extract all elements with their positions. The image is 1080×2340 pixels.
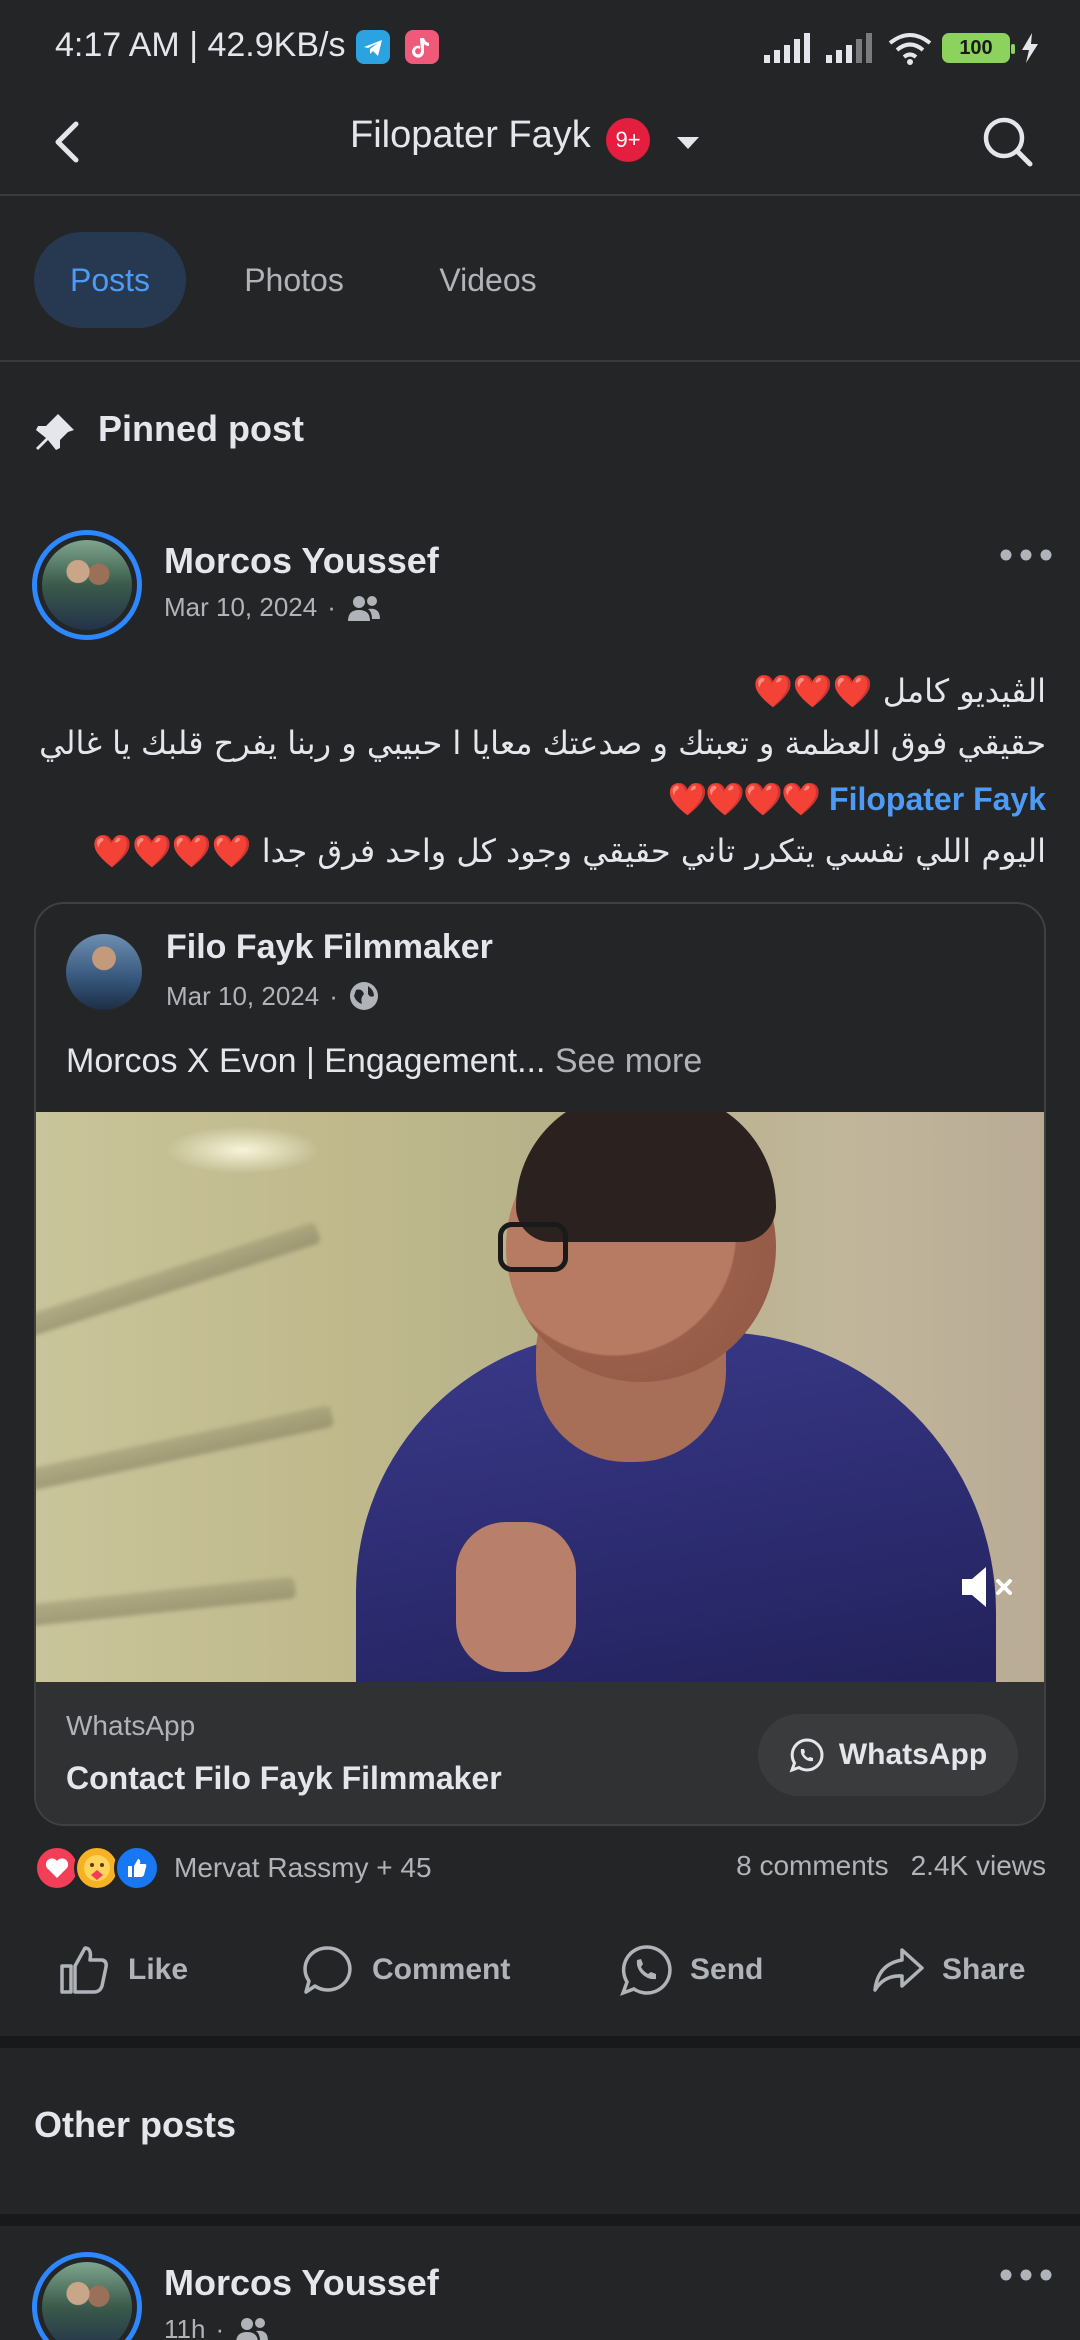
post-text-line-2: حقيقي فوق العظمة و تعبتك و صدعتك معايا ا… [39, 724, 1046, 762]
meta-separator: · [215, 2314, 225, 2340]
comments-count[interactable]: 8 comments [736, 1850, 889, 1882]
signal-icon-2 [826, 33, 872, 63]
system-icons: 100 [764, 28, 1040, 68]
search-icon [983, 117, 1033, 167]
meta-separator: · [329, 980, 338, 1011]
like-button[interactable]: Like [56, 1920, 188, 2020]
post-text-1: الڤيديو كامل [882, 672, 1046, 710]
wifi-icon [888, 33, 932, 65]
signal-icon [764, 33, 810, 63]
share-icon [873, 1948, 924, 1992]
reactions-names[interactable]: Mervat Rassmy + 45 [174, 1852, 432, 1884]
friends-icon [236, 2317, 269, 2340]
cta-title: Contact Filo Fayk Filmmaker [66, 1760, 502, 1796]
cta-label: WhatsApp [66, 1710, 196, 1741]
notification-badge: 9+ [606, 118, 650, 162]
whatsapp-cta-bar: WhatsApp Contact Filo Fayk Filmmaker Wha… [36, 1682, 1044, 1824]
post-author-name[interactable]: Morcos Youssef [164, 540, 439, 582]
post-time[interactable]: 11h [164, 2314, 205, 2340]
engagement-counts: 8 comments 2.4K views [736, 1850, 1046, 1882]
like-icon [60, 1946, 108, 1994]
comment-label: Comment [372, 1953, 511, 1986]
shared-post-meta: Mar 10, 2024 · [166, 980, 380, 1012]
tab-photos[interactable]: Photos [212, 232, 376, 328]
see-more-link[interactable]: See more [555, 1042, 702, 1080]
shared-caption: Morcos X Evon | Engagement... [66, 1042, 546, 1080]
post-author-name[interactable]: Morcos Youssef [164, 2262, 439, 2304]
mute-icon[interactable] [958, 1562, 1018, 1612]
like-reaction-icon [114, 1845, 160, 1891]
shared-post-date[interactable]: Mar 10, 2024 [166, 981, 319, 1012]
whatsapp-button-label: WhatsApp [838, 1738, 988, 1771]
like-label: Like [128, 1953, 189, 1986]
send-button[interactable]: Send [618, 1920, 763, 2020]
more-options-icon[interactable] [996, 540, 1056, 570]
whatsapp-icon [789, 1738, 824, 1773]
meta-separator: · [327, 592, 336, 622]
hearts-emoji: ❤️❤️❤️ [753, 672, 875, 710]
shared-author-name[interactable]: Filo Fayk Filmmaker [166, 928, 493, 967]
caret-down-icon [677, 137, 699, 149]
hearts-emoji: ❤️❤️❤️❤️ [92, 832, 253, 870]
post-date[interactable]: Mar 10, 2024 [164, 592, 317, 623]
share-button[interactable]: Share [870, 1920, 1025, 2020]
whatsapp-icon [620, 1945, 672, 1996]
post-text-line-1: الڤيديو كامل ❤️❤️❤️ [753, 672, 1046, 710]
top-app-bar: Filopater Fayk 9+ [0, 90, 1080, 196]
tab-posts[interactable]: Posts [34, 232, 186, 328]
post-text-4: اليوم اللي نفسي يتكرر تاني حقيقي وجود كل… [261, 832, 1046, 870]
post-text-line-3: Filopater Fayk ❤️❤️❤️❤️ [668, 780, 1047, 818]
chevron-left-icon [55, 121, 79, 163]
post-text-line-4: اليوم اللي نفسي يتكرر تاني حقيقي وجود كل… [92, 832, 1046, 870]
search-button[interactable] [976, 110, 1040, 174]
globe-icon [349, 982, 378, 1010]
tiktok-icon [405, 30, 439, 64]
video-player[interactable] [36, 1112, 1044, 1682]
post-actions: Like Comment Send Share [0, 1920, 1080, 2020]
other-posts-heading: Other posts [34, 2104, 237, 2145]
tab-videos[interactable]: Videos [404, 232, 572, 328]
comment-icon [303, 1946, 352, 1994]
pin-icon [36, 414, 74, 450]
charging-icon [1022, 33, 1038, 63]
mention-link[interactable]: Filopater Fayk [829, 781, 1046, 817]
battery-indicator: 100 [942, 33, 1015, 63]
status-bar: 4:17 AM | 42.9KB/s 100 [0, 0, 1080, 90]
shared-author-avatar[interactable] [66, 934, 142, 1010]
status-time-speed: 4:17 AM | 42.9KB/s [55, 26, 346, 64]
post-meta: Mar 10, 2024 · [164, 592, 382, 623]
views-count: 2.4K views [910, 1850, 1046, 1881]
telegram-icon [356, 30, 390, 64]
comment-button[interactable]: Comment [300, 1920, 510, 2020]
more-options-icon[interactable] [996, 2260, 1056, 2290]
whatsapp-button[interactable]: WhatsApp [758, 1714, 1018, 1796]
author-avatar[interactable] [32, 530, 142, 640]
shared-caption-line: Morcos X Evon | Engagement... See more [66, 1042, 702, 1081]
profile-switch-dropdown[interactable] [670, 124, 706, 160]
reactions-summary[interactable]: Mervat Rassmy + 45 [34, 1844, 432, 1892]
page-title[interactable]: Filopater Fayk [350, 114, 591, 157]
share-label: Share [942, 1953, 1026, 1986]
content-tabs: Posts Photos Videos [0, 196, 1080, 362]
shared-post-card[interactable]: Filo Fayk Filmmaker Mar 10, 2024 · Morco… [34, 902, 1046, 1826]
back-button[interactable] [40, 112, 100, 172]
section-divider [0, 2214, 1080, 2226]
post-meta: 11h · [164, 2314, 270, 2340]
author-avatar[interactable] [32, 2252, 142, 2340]
send-label: Send [690, 1953, 764, 1986]
friends-icon [347, 595, 380, 621]
section-divider [0, 2036, 1080, 2048]
pinned-post-heading: Pinned post [98, 408, 304, 449]
hearts-emoji: ❤️❤️❤️❤️ [667, 780, 821, 818]
